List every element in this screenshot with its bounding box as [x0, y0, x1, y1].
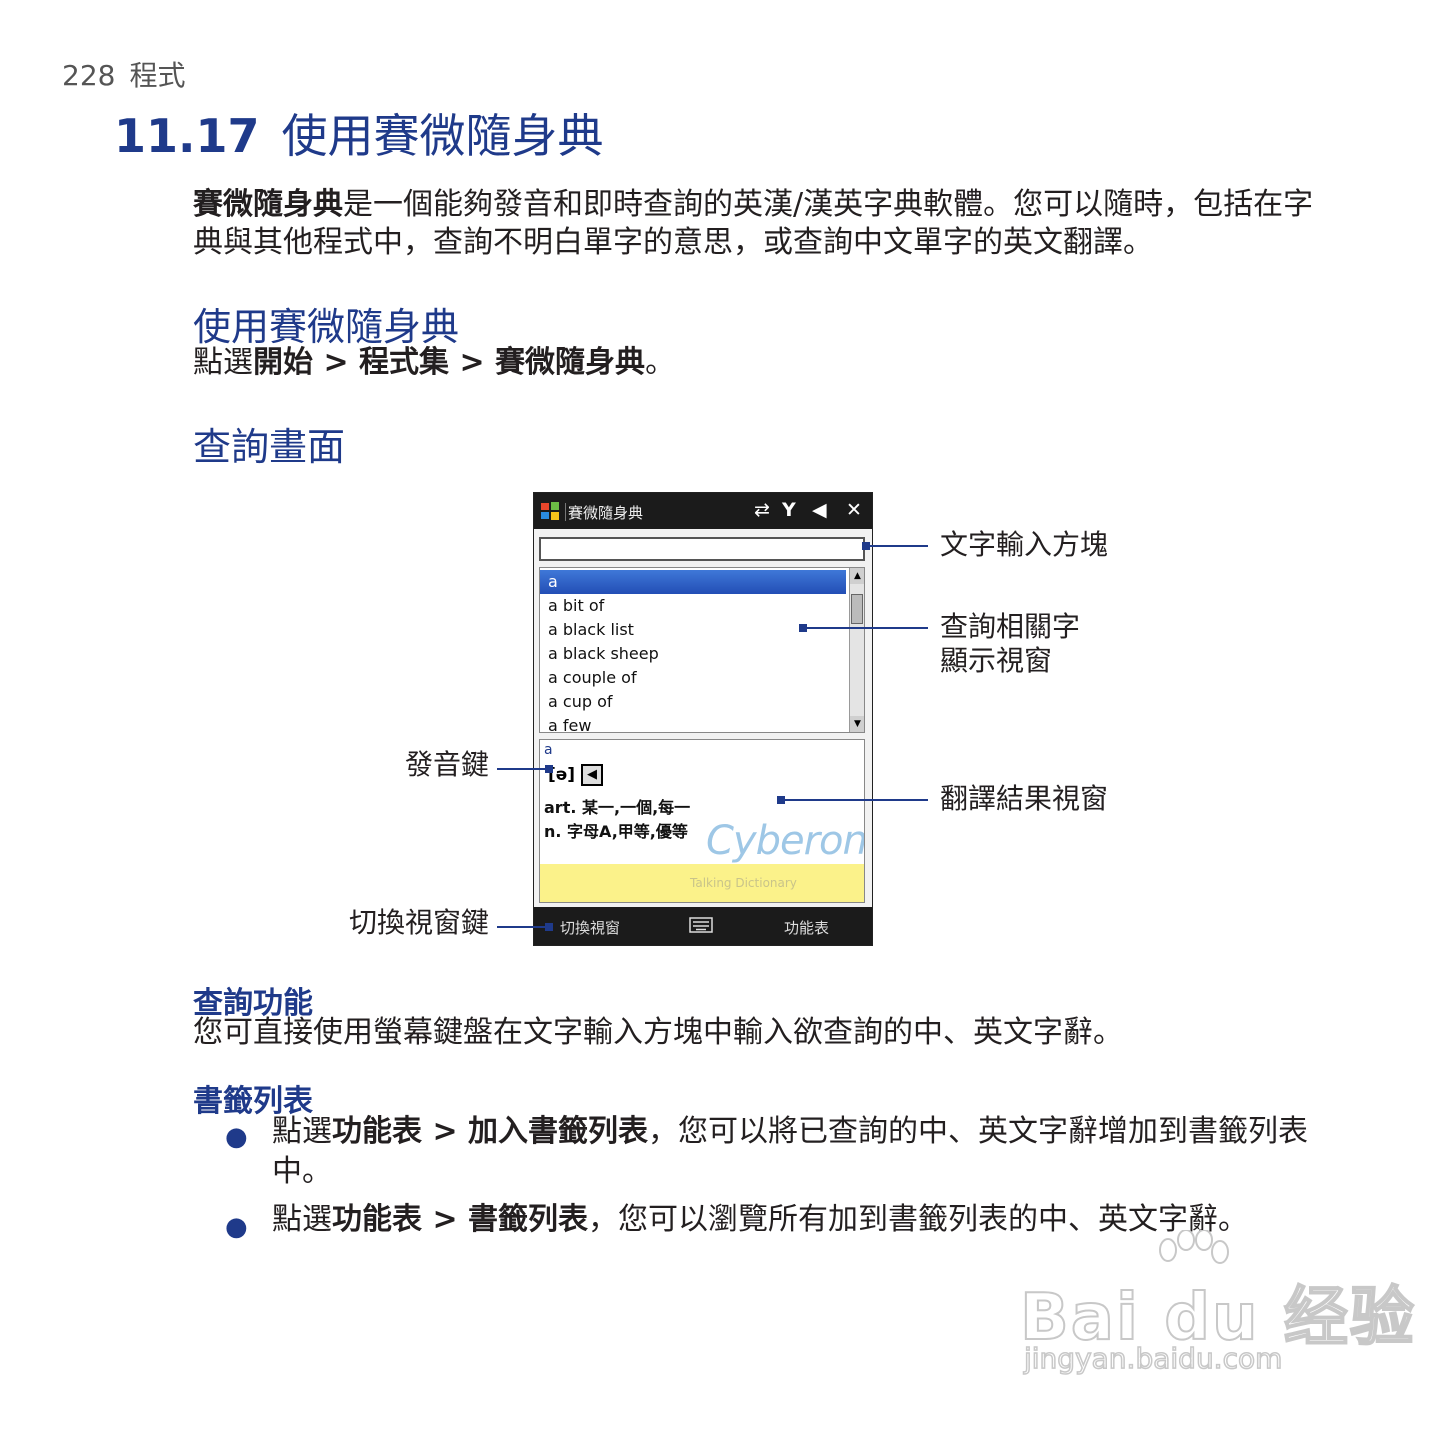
use-tap: 點選 — [193, 345, 253, 380]
callout-line-related — [803, 627, 928, 629]
list-item[interactable]: a few — [540, 714, 846, 732]
brand-banner: Talking Dictionary — [540, 864, 864, 902]
use-sep1: > — [313, 345, 360, 380]
definition-line: art. 某一,一個,每一 — [544, 798, 691, 817]
callout-related-words-1: 查詢相關字 — [940, 610, 1081, 643]
definition-line: n. 字母A,甲等,優等 — [544, 822, 688, 841]
bookmark-1-tap: 點選 — [272, 1114, 332, 1149]
volume-icon[interactable]: ◀ — [812, 499, 827, 521]
sync-icon[interactable]: ⇄ — [754, 499, 770, 521]
keyboard-icon[interactable] — [689, 917, 713, 933]
chapter-title-text: 使用賽微隨身典 — [281, 109, 604, 163]
callout-pronounce-key: 發音鍵 — [405, 748, 490, 781]
bookmark-item-1: 點選功能表 > 加入書籤列表，您可以將已查詢的中、英文字辭增加到書籤列表中。 — [272, 1112, 1322, 1192]
callout-result-pane: 翻譯結果視窗 — [940, 782, 1109, 815]
softkey-menu[interactable]: 功能表 — [784, 917, 829, 938]
baidu-watermark: Bai du 经验 jingyan.baidu.com — [1019, 1230, 1415, 1390]
device-titlebar: 賽微隨身典 ⇄ Y ◀ ✕ — [534, 493, 872, 529]
bullet-icon: ● — [225, 1122, 248, 1152]
callout-dot-switch — [545, 923, 553, 931]
use-sep2: > — [449, 345, 496, 380]
intro-text: 是一個能夠發音和即時查詢的英漢/漢英字典軟體。您可以隨時，包括在字典與其他程式中… — [193, 187, 1314, 260]
callout-line-input — [866, 545, 928, 547]
section-heading-query-screen: 查詢畫面 — [193, 425, 346, 469]
intro-app-name: 賽微隨身典 — [193, 187, 343, 222]
titlebar-divider — [565, 503, 566, 521]
chapter-number: 11.17 — [114, 109, 260, 163]
callout-line-pronounce — [497, 768, 549, 770]
bookmark-2-path: 功能表 > 書籤列表 — [332, 1202, 589, 1237]
intro-paragraph: 賽微隨身典是一個能夠發音和即時查詢的英漢/漢英字典軟體。您可以隨時，包括在字典與… — [193, 186, 1323, 262]
callout-input-box: 文字輸入方塊 — [940, 528, 1109, 561]
list-item[interactable]: a — [540, 570, 846, 594]
device-screenshot: 賽微隨身典 ⇄ Y ◀ ✕ a a bit of a black list a … — [533, 492, 873, 946]
scroll-up-icon[interactable]: ▲ — [850, 568, 864, 584]
section-heading-use: 使用賽微隨身典 — [193, 305, 460, 349]
callout-dot-pronounce — [545, 765, 553, 773]
windows-start-icon[interactable] — [539, 500, 561, 522]
running-head: 228 程式 — [62, 54, 185, 94]
watermark-url: jingyan.baidu.com — [1023, 1341, 1283, 1376]
use-instructions: 點選開始 > 程式集 > 賽微隨身典。 — [193, 344, 1323, 382]
callout-line-switch — [497, 926, 549, 928]
list-item[interactable]: a black sheep — [540, 642, 846, 666]
callout-related-words-2: 顯示視窗 — [940, 644, 1053, 677]
translation-result-pane: a [ə] ◀ art. 某一,一個,每一 n. 字母A,甲等,優等 Cyber… — [539, 739, 865, 903]
speaker-icon[interactable]: ◀ — [581, 764, 603, 786]
bullet-icon: ● — [225, 1212, 248, 1242]
running-head-section: 程式 — [129, 59, 186, 92]
close-icon[interactable]: ✕ — [846, 499, 862, 521]
use-app: 賽微隨身典 — [495, 345, 646, 380]
callout-dot-result — [777, 796, 785, 804]
list-item[interactable]: a couple of — [540, 666, 846, 690]
device-softkey-bar: 切換視窗 功能表 — [534, 907, 872, 945]
softkey-switch-window[interactable]: 切換視窗 — [560, 917, 620, 938]
bookmark-1-path: 功能表 > 加入書籤列表 — [332, 1114, 649, 1149]
query-function-text: 您可直接使用螢幕鍵盤在文字輸入方塊中輸入欲查詢的中、英文字辭。 — [193, 1015, 1123, 1050]
device-app-title: 賽微隨身典 — [568, 504, 644, 522]
callout-line-result — [781, 799, 928, 801]
use-end: 。 — [645, 345, 676, 380]
related-words-list[interactable]: a a bit of a black list a black sheep a … — [539, 567, 865, 733]
page-number: 228 — [62, 59, 116, 92]
list-scrollbar[interactable]: ▲ ▼ — [849, 568, 864, 732]
list-item[interactable]: a cup of — [540, 690, 846, 714]
signal-icon[interactable]: Y — [782, 499, 796, 521]
result-word: a — [544, 742, 553, 758]
bookmark-2-tap: 點選 — [272, 1202, 332, 1237]
callout-dot-input — [862, 542, 870, 550]
use-programs: 程式集 — [359, 345, 450, 380]
word-input[interactable] — [539, 537, 865, 561]
callout-dot-related — [799, 624, 807, 632]
pronounce-button[interactable]: [ə] ◀ — [548, 764, 603, 788]
brand-tagline: Talking Dictionary — [690, 876, 797, 890]
cyberon-logo: Cyberon — [706, 818, 865, 864]
scroll-down-icon[interactable]: ▼ — [850, 716, 864, 732]
chapter-title: 11.17 使用賽微隨身典 — [114, 100, 604, 166]
list-item[interactable]: a bit of — [540, 594, 846, 618]
scroll-thumb[interactable] — [851, 594, 863, 624]
callout-switch-key: 切換視窗鍵 — [349, 906, 490, 939]
use-start: 開始 — [253, 345, 313, 380]
